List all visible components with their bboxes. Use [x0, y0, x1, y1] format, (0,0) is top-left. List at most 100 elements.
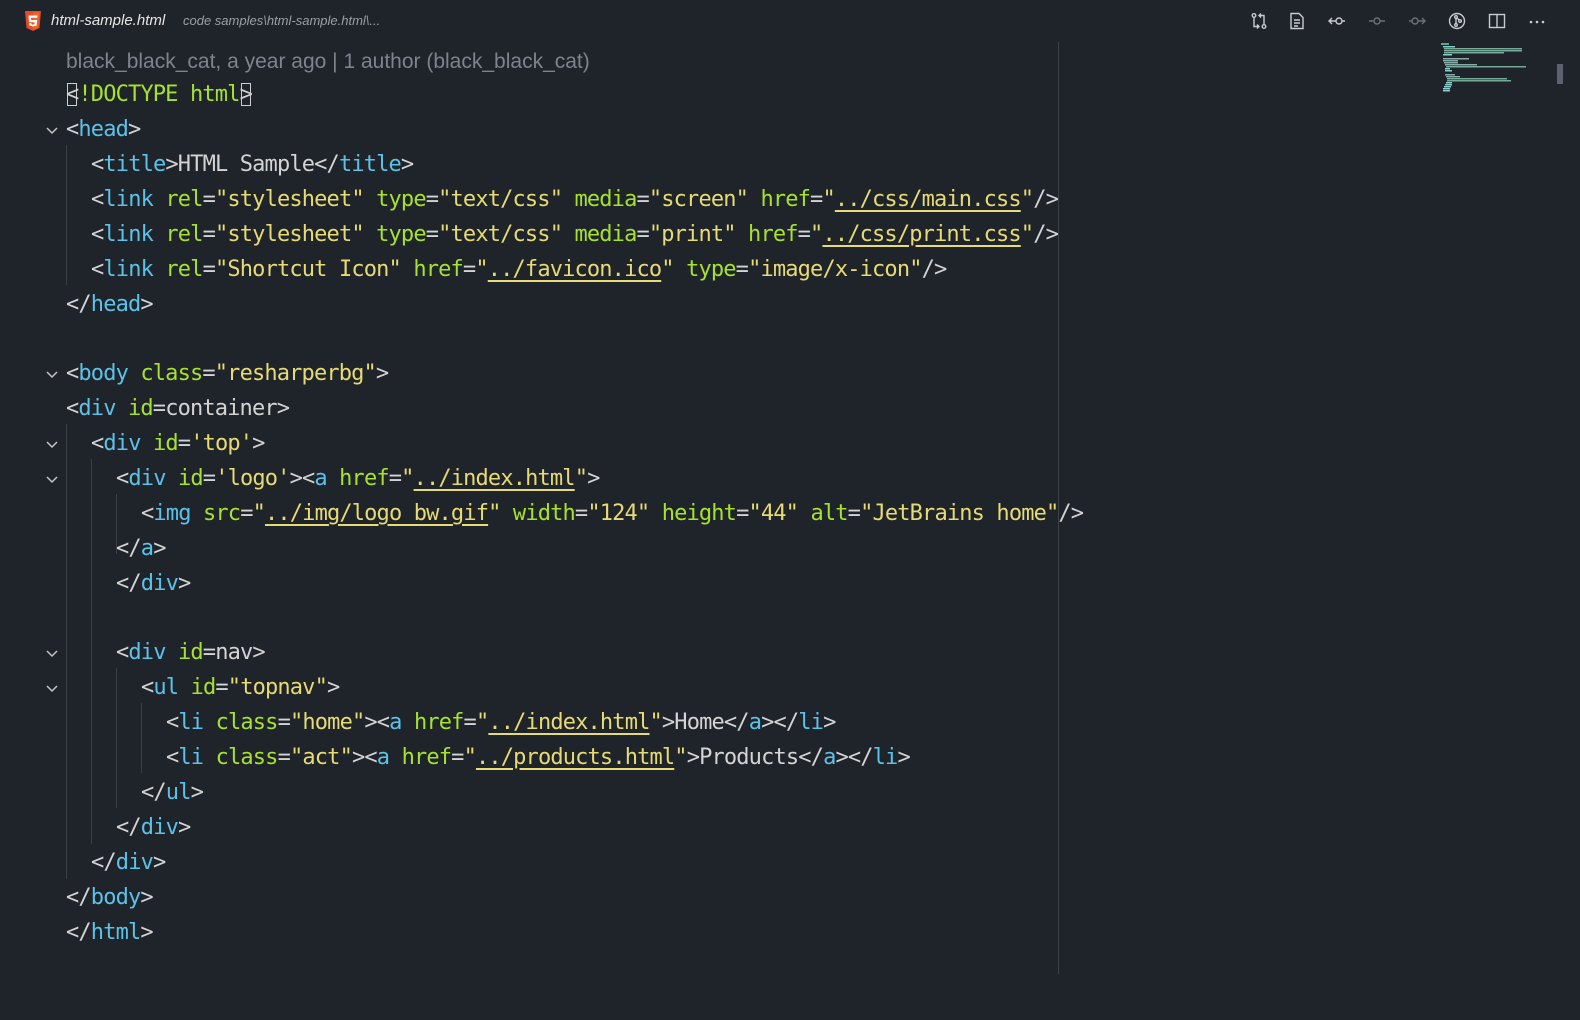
git-graph-icon[interactable]: [1446, 10, 1468, 32]
punct: =: [177, 431, 191, 456]
attr-name: rel: [153, 257, 203, 282]
punct: <: [116, 466, 129, 491]
tag-name: link: [103, 257, 153, 282]
code-line-10: <div id=container>: [0, 391, 1440, 426]
code-line-5: <link rel="stylesheet" type="text/css" m…: [0, 217, 1440, 252]
minimap[interactable]: [1440, 42, 1540, 102]
attr-value: "image/x-icon": [748, 257, 922, 282]
fold-chevron-icon[interactable]: [44, 112, 60, 147]
compare-changes-icon[interactable]: [1248, 10, 1270, 32]
attr-value: "stylesheet": [215, 187, 365, 212]
html5-file-icon: [25, 11, 41, 31]
git-next-icon[interactable]: [1406, 10, 1428, 32]
fold-chevron-icon[interactable]: [44, 635, 60, 670]
fold-chevron-icon[interactable]: [44, 356, 60, 391]
punct: >: [252, 640, 265, 665]
tag-name: div: [78, 396, 116, 421]
file-link[interactable]: ../css/main.css: [835, 187, 1022, 212]
punct: =: [735, 257, 749, 282]
punct: =: [202, 361, 215, 386]
split-editor-icon[interactable]: [1486, 10, 1508, 32]
code-line-1: <!DOCTYPE html>: [0, 77, 1440, 112]
attr-value: "act": [289, 745, 353, 770]
file-link[interactable]: ../img/logo_bw.gif: [265, 501, 489, 526]
quote: ": [475, 710, 489, 735]
tag-name: li: [178, 745, 204, 770]
punct: <: [91, 152, 104, 177]
quote: ": [822, 187, 835, 212]
tag-name: title: [103, 152, 166, 177]
editor-tab-bar: html-sample.html code samples\html-sampl…: [0, 0, 1580, 42]
attr-name: id: [115, 396, 154, 421]
punct: <: [166, 710, 179, 735]
punct: =: [277, 745, 291, 770]
punct: =: [425, 222, 439, 247]
punct: <: [91, 222, 104, 247]
vertical-scrollbar-thumb[interactable]: [1557, 64, 1563, 84]
fold-chevron-icon[interactable]: [44, 426, 60, 461]
quote: ": [674, 745, 687, 770]
code-line-13: <img src="../img/logo_bw.gif" width="124…: [0, 496, 1440, 531]
punct: =: [202, 222, 216, 247]
punct: =: [202, 187, 216, 212]
attr-value: "home": [289, 710, 365, 735]
punct: =: [574, 501, 588, 526]
punct: >: [400, 152, 414, 177]
file-link[interactable]: ../index.html: [414, 466, 576, 491]
preview-icon[interactable]: [1286, 10, 1308, 32]
attr-name: href: [748, 187, 811, 212]
punct: <: [66, 396, 79, 421]
more-actions-icon[interactable]: [1526, 10, 1548, 32]
tag-name: link: [103, 222, 153, 247]
punct: ><: [351, 745, 378, 770]
punct: </: [141, 780, 167, 805]
code-line-24: </body>: [0, 880, 1440, 915]
punct: =: [202, 257, 216, 282]
tag-name: a: [823, 745, 836, 770]
punct: =: [451, 745, 464, 770]
punct: </: [116, 536, 142, 561]
attr-name: rel: [153, 222, 203, 247]
code-editor[interactable]: black_black_cat, a year ago | 1 author (…: [0, 42, 1580, 974]
file-link[interactable]: ../favicon.ico: [488, 257, 662, 282]
quote: ": [401, 466, 414, 491]
code-line-7: </head>: [0, 287, 1440, 322]
punct: </: [66, 920, 92, 945]
punct: >: [140, 885, 153, 910]
tag-name: ul: [165, 780, 192, 805]
tab-file-name[interactable]: html-sample.html: [51, 12, 165, 29]
punct: <: [116, 640, 129, 665]
code-line-2: <head>: [0, 112, 1440, 147]
attr-name: class: [128, 361, 203, 386]
file-link[interactable]: ../css/print.css: [822, 222, 1021, 247]
punct: >: [326, 675, 340, 700]
punct: >: [897, 745, 910, 770]
git-blame-annotation[interactable]: black_black_cat, a year ago | 1 author (…: [66, 50, 590, 74]
punct: </: [66, 292, 92, 317]
fold-chevron-icon[interactable]: [44, 461, 60, 496]
punct: />: [1033, 222, 1059, 247]
punct: ><: [289, 466, 316, 491]
code-line-9: <body class="resharperbg">: [0, 356, 1440, 391]
attr-value: "text/css": [438, 222, 563, 247]
attr-name: href: [735, 222, 798, 247]
quote: ": [463, 745, 477, 770]
attr-name: href: [400, 257, 463, 282]
punct: <: [166, 745, 179, 770]
tag-name: link: [103, 187, 153, 212]
git-previous-icon[interactable]: [1326, 10, 1348, 32]
quote: ": [252, 501, 266, 526]
punct: =: [636, 222, 649, 247]
tab-file-path: code samples\html-sample.html\...: [183, 13, 381, 28]
tag-name: head: [78, 117, 128, 142]
file-link[interactable]: ../products.html: [476, 745, 675, 770]
quote: ": [475, 257, 488, 282]
punct: =: [202, 640, 216, 665]
fold-chevron-icon[interactable]: [44, 670, 60, 705]
git-timeline-icon[interactable]: [1366, 10, 1388, 32]
punct: >: [140, 292, 153, 317]
quote: ": [1020, 187, 1034, 212]
attr-name: type: [673, 257, 736, 282]
file-link[interactable]: ../index.html: [488, 710, 650, 735]
punct: <: [66, 361, 79, 386]
